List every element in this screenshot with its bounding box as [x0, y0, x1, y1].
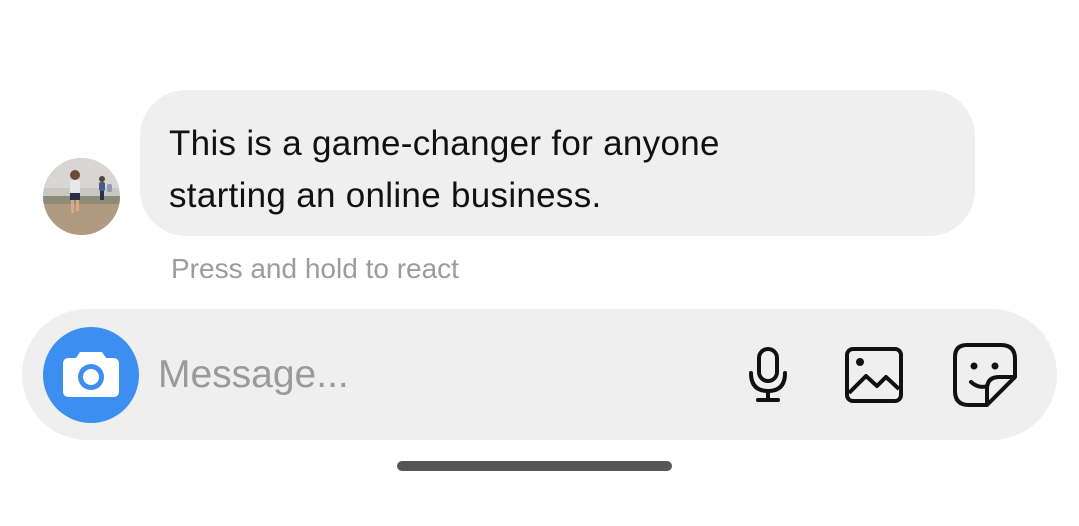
camera-icon	[63, 352, 119, 397]
sticker-icon	[953, 343, 1017, 407]
voice-message-button[interactable]	[732, 339, 804, 411]
message-composer	[22, 309, 1057, 440]
gallery-button[interactable]	[837, 339, 909, 411]
sender-avatar[interactable]	[43, 158, 120, 235]
avatar-photo	[43, 158, 120, 235]
microphone-icon	[749, 347, 787, 402]
message-text-line-2: starting an online business.	[169, 176, 602, 215]
home-indicator[interactable]	[397, 461, 672, 471]
message-input[interactable]	[158, 345, 718, 405]
message-bubble[interactable]: This is a game-changer for anyone starti…	[140, 90, 975, 236]
image-gallery-icon	[845, 347, 903, 403]
camera-button[interactable]	[43, 327, 139, 423]
react-hint: Press and hold to react	[171, 253, 459, 284]
message-text-line-1: This is a game-changer for anyone	[169, 124, 720, 163]
sticker-button[interactable]	[949, 339, 1021, 411]
